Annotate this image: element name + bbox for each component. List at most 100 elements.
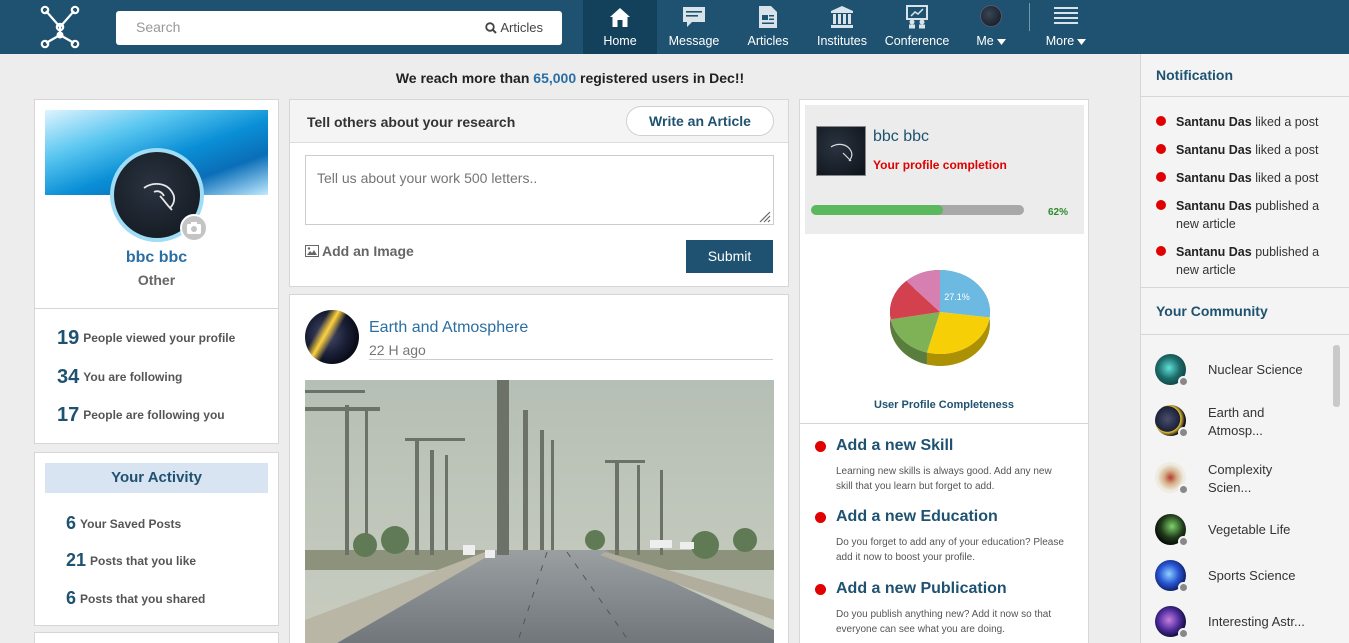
nav-articles[interactable]: Articles — [731, 0, 805, 54]
post-community-title[interactable]: Earth and Atmosphere — [369, 319, 528, 337]
notification-user[interactable]: Santanu Das — [1176, 143, 1252, 157]
activity-saved-posts[interactable]: 6 Your Saved Posts — [66, 513, 181, 534]
completion-name[interactable]: bbc bbc — [873, 128, 929, 146]
nav-message[interactable]: Message — [657, 0, 731, 54]
write-article-button[interactable]: Write an Article — [626, 106, 774, 136]
post-image[interactable] — [305, 380, 774, 643]
resize-grip-icon[interactable] — [757, 209, 771, 223]
task-description: Do you forget to add any of your educati… — [836, 537, 1064, 563]
profile-card: bbc bbc Other — [34, 99, 279, 309]
camera-glyph — [187, 222, 201, 234]
submit-button[interactable]: Submit — [686, 240, 773, 273]
notification-item[interactable]: Santanu Das published a new article — [1156, 197, 1341, 233]
status-dot — [1178, 582, 1189, 593]
nav-more[interactable]: More — [1030, 0, 1102, 54]
banner-text-end: registered users in Dec!! — [576, 70, 745, 86]
bullet-icon — [1156, 172, 1166, 182]
divider — [1141, 96, 1349, 97]
community-name: Interesting Astr... — [1208, 614, 1305, 629]
community-item[interactable]: Nuclear Science — [1155, 354, 1335, 388]
notification-user[interactable]: Santanu Das — [1176, 199, 1252, 213]
completion-box: bbc bbc Your profile completion 62% — [805, 105, 1084, 234]
bullet-icon — [1156, 116, 1166, 126]
bullet-icon — [815, 584, 826, 595]
community-name: Vegetable Life — [1208, 522, 1291, 537]
search-input[interactable] — [136, 19, 436, 35]
search-scope-button[interactable]: Articles — [485, 20, 543, 35]
nav-conference[interactable]: Conference — [879, 0, 955, 54]
community-item[interactable]: Sports Science — [1155, 560, 1335, 594]
activity-liked-posts[interactable]: 21 Posts that you like — [66, 550, 196, 571]
stat-label: You are following — [83, 370, 183, 384]
notification-item[interactable]: Santanu Das liked a post — [1156, 169, 1341, 187]
community-item[interactable]: Vegetable Life — [1155, 514, 1335, 548]
community-item[interactable]: Complexity Scien... — [1155, 462, 1335, 496]
divider — [369, 359, 773, 360]
notification-user[interactable]: Santanu Das — [1176, 245, 1252, 259]
task-title[interactable]: Add a new Education — [836, 508, 998, 526]
community-item[interactable]: Earth and Atmosp... — [1155, 405, 1335, 439]
nav-home-label: Home — [603, 34, 637, 48]
add-image-button[interactable]: Add an Image — [305, 243, 414, 259]
status-dot — [1178, 376, 1189, 387]
stat-label: People viewed your profile — [83, 331, 236, 345]
composer-header: Tell others about your research Write an… — [290, 100, 788, 143]
post-composer: Tell others about your research Write an… — [289, 99, 789, 287]
profile-role: Other — [137, 272, 176, 288]
notification-item[interactable]: Santanu Das liked a post — [1156, 141, 1341, 159]
completion-subtitle: Your profile completion — [873, 158, 1007, 172]
activity-label: Posts that you like — [90, 554, 197, 568]
message-icon — [683, 7, 705, 27]
community-name: Sports Science — [1208, 568, 1296, 583]
notification-item[interactable]: Santanu Das liked a post — [1156, 113, 1341, 131]
nav-message-label: Message — [668, 34, 720, 48]
search-icon — [485, 22, 498, 34]
task-title[interactable]: Add a new Publication — [836, 580, 1007, 598]
camera-icon[interactable] — [180, 214, 208, 242]
nav-home[interactable]: Home — [583, 0, 657, 54]
community-name: Complexity Scien... — [1208, 462, 1273, 495]
image-icon — [305, 245, 319, 257]
notification-user[interactable]: Santanu Das — [1176, 171, 1252, 185]
nav-me[interactable]: Me — [955, 0, 1027, 54]
right-sidebar: Notification Santanu Das liked a post Sa… — [1140, 54, 1349, 643]
app-logo[interactable] — [38, 5, 82, 49]
conference-icon — [906, 5, 928, 29]
research-textarea[interactable] — [305, 155, 774, 225]
nav-conference-label: Conference — [884, 34, 950, 48]
divider — [1141, 287, 1349, 288]
community-item[interactable]: Interesting Astr... — [1155, 606, 1335, 640]
profile-completion-card: bbc bbc Your profile completion 62% 27.1… — [799, 99, 1089, 424]
notification-user[interactable]: Santanu Das — [1176, 115, 1252, 129]
profile-name[interactable]: bbc bbc — [35, 249, 278, 267]
completion-avatar[interactable] — [816, 126, 866, 176]
menu-icon — [1054, 7, 1078, 24]
nav-institutes-label: Institutes — [816, 34, 868, 48]
task-description: Learning new skills is always good. Add … — [836, 466, 1052, 492]
activity-title: Your Activity — [45, 463, 268, 493]
stat-followers[interactable]: 17 People are following you — [57, 404, 225, 427]
notification-item[interactable]: Santanu Das published a new article — [1156, 243, 1341, 279]
sidebar-scrollbar[interactable] — [1333, 345, 1340, 407]
community-name: Nuclear Science — [1208, 362, 1303, 377]
chevron-down-icon — [996, 39, 1006, 45]
search-bar: Articles — [116, 11, 562, 45]
stat-profile-views[interactable]: 19 People viewed your profile — [57, 327, 235, 350]
completion-progress-bar — [811, 205, 1024, 215]
search-scope-label: Articles — [500, 20, 543, 35]
bullet-icon — [815, 441, 826, 452]
home-icon — [610, 8, 630, 27]
left-card-partial — [34, 632, 279, 643]
notification-action: liked a post — [1251, 115, 1319, 129]
top-navbar: Articles Home Message Articles Institute… — [0, 0, 1349, 54]
activity-shared-posts[interactable]: 6 Posts that you shared — [66, 588, 205, 609]
articles-icon — [759, 6, 777, 28]
notification-title: Notification — [1156, 67, 1233, 83]
nav-institutes[interactable]: Institutes — [805, 0, 879, 54]
activity-number: 6 — [66, 513, 77, 533]
task-title[interactable]: Add a new Skill — [836, 437, 953, 455]
bullet-icon — [1156, 200, 1166, 210]
community-name: Earth and Atmosp... — [1208, 405, 1265, 438]
stat-following[interactable]: 34 You are following — [57, 366, 182, 389]
community-avatar[interactable] — [305, 310, 359, 364]
